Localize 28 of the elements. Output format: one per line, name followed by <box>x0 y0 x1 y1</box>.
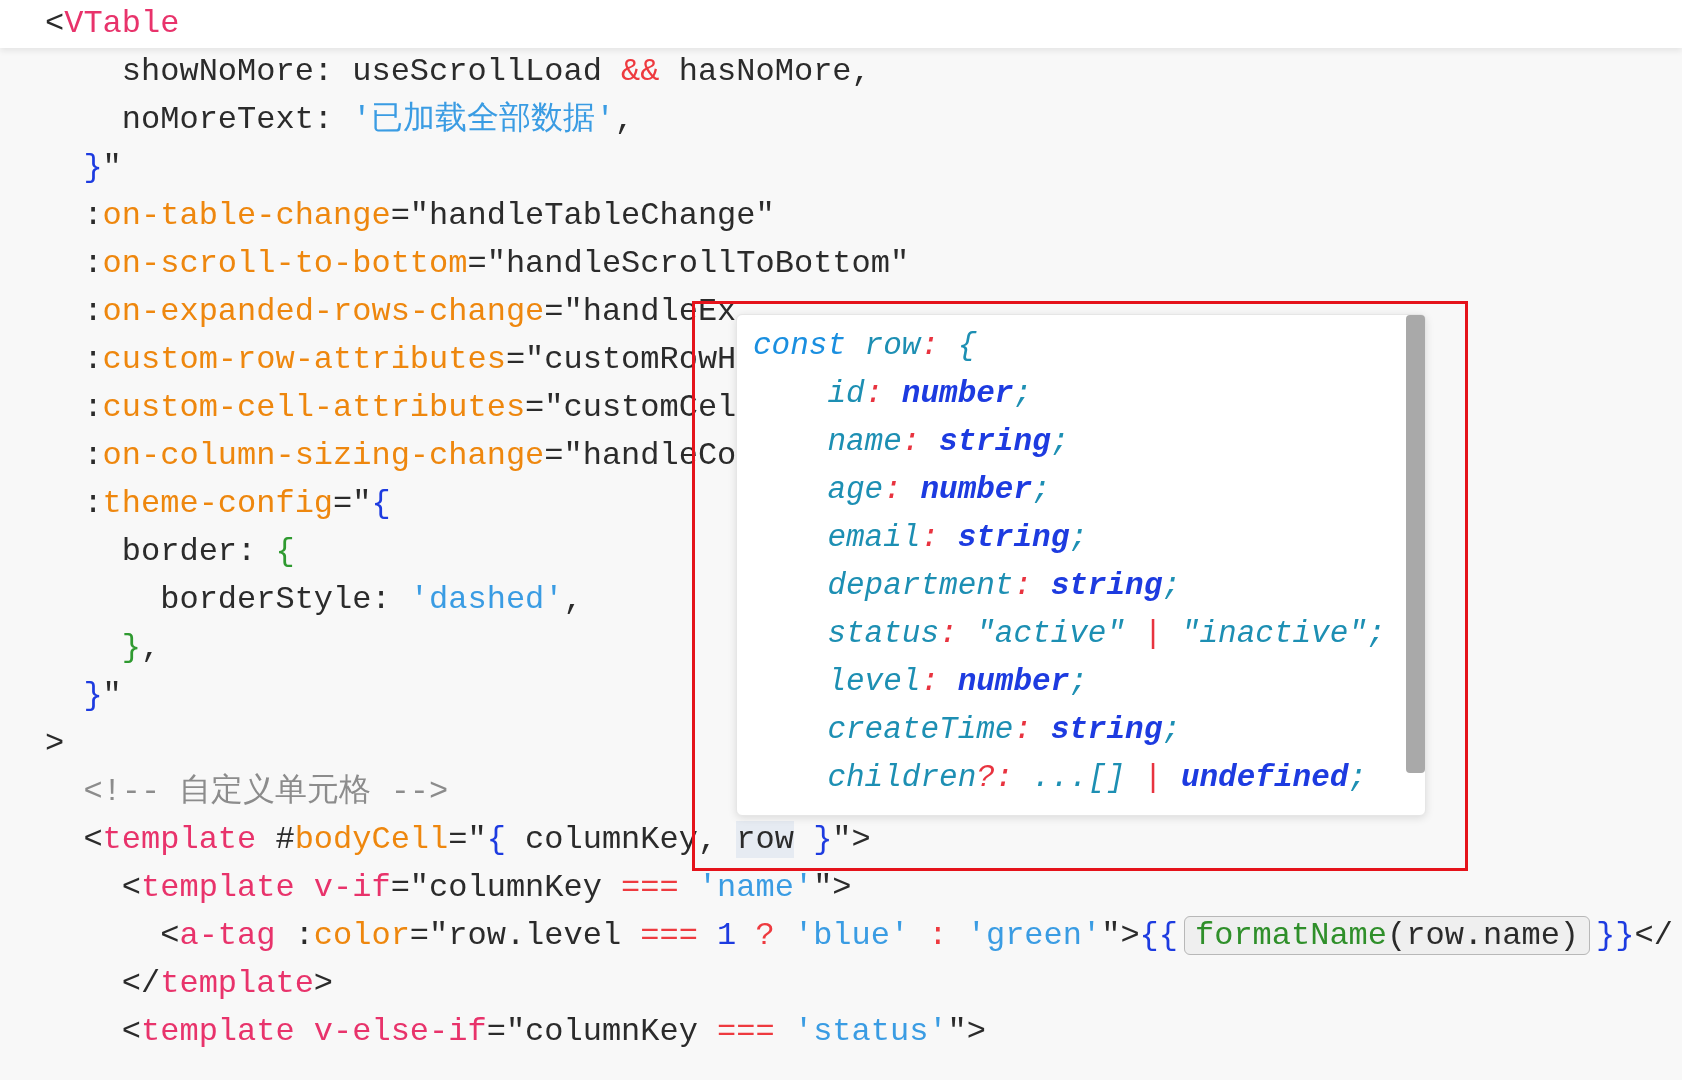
tooltip-line: level: number; <box>826 662 1088 701</box>
tooltip-line: createTime: string; <box>826 710 1181 749</box>
code-line: <!-- 自定义单元格 --> <box>82 772 449 812</box>
code-line: <template v-else-if="columnKey === 'status'"> <box>120 1012 986 1052</box>
code-line: <VTable <box>45 4 180 44</box>
code-line: :on-table-change="handleTableChange" <box>82 196 775 236</box>
tooltip-line: name: string; <box>826 422 1070 461</box>
tooltip-line: children?: ...[] | undefined; <box>826 758 1367 797</box>
code-line: borderStyle: 'dashed', <box>159 580 583 620</box>
code-line: }" <box>82 148 122 188</box>
code-line: border: { <box>120 532 295 572</box>
tooltip-line: id: number; <box>826 374 1033 413</box>
code-line: <template v-if="columnKey === 'name'"> <box>120 868 852 908</box>
code-line: </template> <box>120 964 334 1004</box>
code-line: <a-tag :color="row.level === 1 ? 'blue' : 'green'">{{ formatName(row.name) }}</ <box>159 915 1673 957</box>
tooltip-line: age: number; <box>826 470 1051 509</box>
code-line: }" <box>82 676 122 716</box>
tooltip-line: status: "active" | "inactive"; <box>826 614 1386 653</box>
scrollbar-thumb[interactable] <box>1406 315 1425 773</box>
tooltip-line: const row: { <box>753 326 977 365</box>
tooltip-line: department: string; <box>826 566 1181 605</box>
code-line: > <box>45 724 65 764</box>
tooltip-line: email: string; <box>826 518 1088 557</box>
code-line: noMoreText: '已加载全部数据', <box>120 100 634 140</box>
code-line: :theme-config="{ <box>82 484 391 524</box>
code-line: :on-scroll-to-bottom="handleScrollToBottom" <box>82 244 910 284</box>
code-line: }, <box>120 628 161 668</box>
code-line: showNoMore: useScrollLoad && hasNoMore, <box>120 52 871 92</box>
